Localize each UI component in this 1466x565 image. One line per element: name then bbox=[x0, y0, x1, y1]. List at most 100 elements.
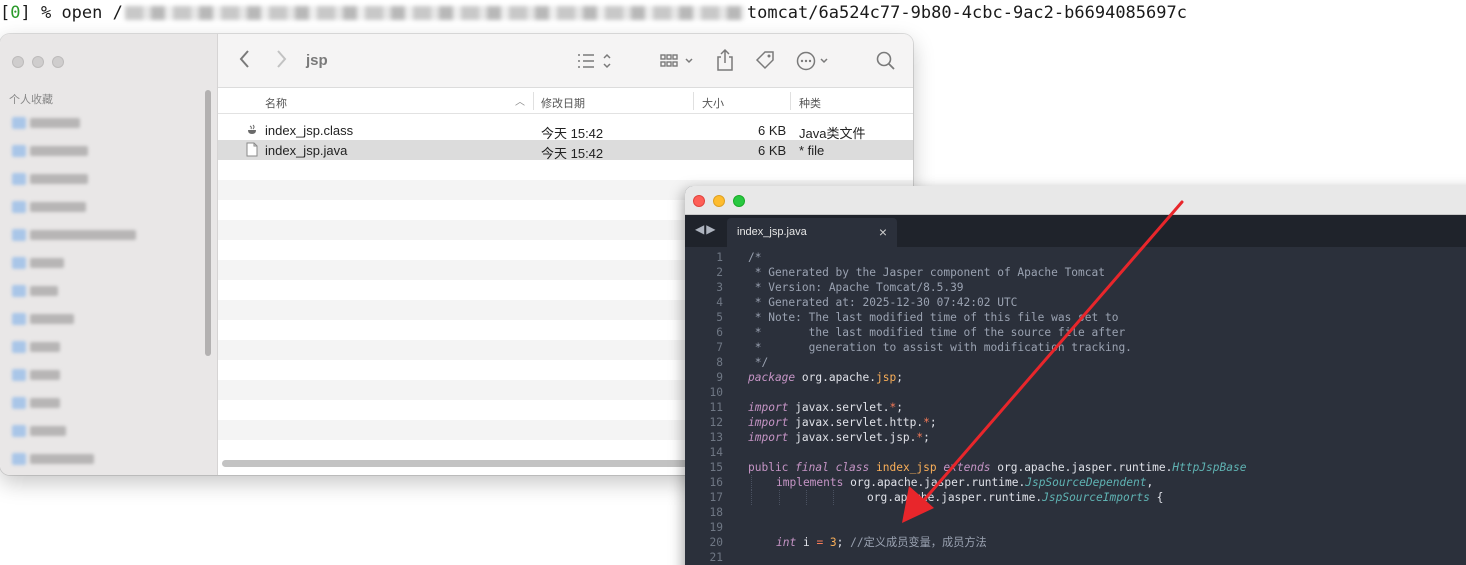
sidebar-item[interactable] bbox=[12, 200, 86, 214]
folder-icon bbox=[12, 117, 26, 129]
prompt-exit-code: 0 bbox=[10, 3, 21, 23]
line-number: 17 bbox=[709, 491, 723, 504]
code-line-16: implements org.apache.jasper.runtime.Jsp… bbox=[776, 476, 1154, 489]
finder-sidebar: 个人收藏 bbox=[0, 34, 218, 475]
close-button[interactable] bbox=[693, 195, 705, 207]
line-number: 2 bbox=[716, 266, 723, 279]
column-header: 名称 ︿ 修改日期 大小 种类 bbox=[218, 88, 913, 114]
window-controls[interactable] bbox=[693, 195, 745, 207]
line-number: 3 bbox=[716, 281, 723, 294]
share-icon bbox=[717, 48, 733, 71]
chevron-left-icon bbox=[239, 50, 249, 68]
zoom-button[interactable] bbox=[52, 56, 64, 68]
code-line-11: import javax.servlet.*; bbox=[748, 401, 903, 414]
sidebar-item[interactable] bbox=[12, 144, 88, 158]
column-name[interactable]: 名称 bbox=[265, 95, 287, 111]
column-kind[interactable]: 种类 bbox=[799, 95, 821, 111]
tab-nav-arrows[interactable]: ◀▶ bbox=[695, 222, 717, 236]
sidebar-item[interactable] bbox=[12, 256, 64, 270]
code-line-7: * generation to assist with modification… bbox=[748, 341, 1132, 354]
share-button[interactable] bbox=[715, 48, 735, 78]
sidebar-scrollbar[interactable] bbox=[205, 90, 211, 356]
tab-index-jsp-java[interactable]: index_jsp.java × bbox=[727, 218, 897, 247]
line-number: 10 bbox=[709, 386, 723, 399]
folder-icon bbox=[12, 173, 26, 185]
sidebar-item[interactable] bbox=[12, 368, 60, 382]
file-kind: * file bbox=[799, 143, 825, 158]
file-name: index_jsp.class bbox=[265, 123, 354, 138]
code-line-9: package org.apache.jsp; bbox=[748, 371, 903, 384]
file-row[interactable]: index_jsp.class 今天 15:42 6 KB Java类文件 bbox=[218, 120, 913, 141]
folder-icon bbox=[12, 257, 26, 269]
chevron-right-icon bbox=[277, 50, 287, 68]
grid-icon bbox=[660, 54, 693, 67]
line-number: 20 bbox=[709, 536, 723, 549]
list-view-button[interactable] bbox=[576, 51, 616, 77]
finder-toolbar: jsp bbox=[218, 34, 913, 88]
line-number: 14 bbox=[709, 446, 723, 459]
tab-title: index_jsp.java bbox=[737, 226, 807, 238]
line-number: 9 bbox=[716, 371, 723, 384]
line-number: 7 bbox=[716, 341, 723, 354]
nav-right-icon[interactable]: ▶ bbox=[706, 222, 717, 236]
file-row-selected[interactable]: index_jsp.java 今天 15:42 6 KB * file bbox=[218, 140, 913, 161]
line-number: 11 bbox=[709, 401, 723, 414]
sidebar-item[interactable] bbox=[12, 340, 60, 354]
group-view-button[interactable] bbox=[659, 51, 699, 77]
folder-icon bbox=[12, 145, 26, 157]
code-line-5: * Note: The last modified time of this f… bbox=[748, 311, 1119, 324]
folder-icon bbox=[12, 313, 26, 325]
file-size: 6 KB bbox=[758, 143, 787, 158]
document-icon bbox=[246, 142, 258, 160]
sidebar-item[interactable] bbox=[12, 172, 88, 186]
code-line-4: * Generated at: 2025-12-30 07:42:02 UTC bbox=[748, 296, 1018, 309]
line-number: 4 bbox=[716, 296, 723, 309]
line-number: 5 bbox=[716, 311, 723, 324]
folder-icon bbox=[12, 425, 26, 437]
editor-titlebar bbox=[685, 186, 1466, 215]
forward-button[interactable] bbox=[274, 48, 288, 76]
sidebar-item[interactable] bbox=[12, 396, 60, 410]
back-button[interactable] bbox=[238, 48, 252, 76]
tag-icon bbox=[755, 51, 774, 70]
minimize-button[interactable] bbox=[32, 56, 44, 68]
file-date: 今天 15:42 bbox=[541, 146, 604, 161]
sidebar-item[interactable] bbox=[12, 116, 80, 130]
sidebar-item[interactable] bbox=[12, 452, 94, 466]
close-tab-icon[interactable]: × bbox=[879, 224, 887, 240]
sidebar-item[interactable] bbox=[12, 284, 58, 298]
window-controls[interactable] bbox=[12, 56, 64, 68]
tag-button[interactable] bbox=[754, 49, 776, 77]
zoom-button[interactable] bbox=[733, 195, 745, 207]
code-line-12: import javax.servlet.http.*; bbox=[748, 416, 937, 429]
sidebar-section-favorites: 个人收藏 bbox=[9, 94, 53, 106]
nav-left-icon[interactable]: ◀ bbox=[695, 222, 706, 236]
editor-tab-bar: ◀▶ index_jsp.java × bbox=[685, 215, 1466, 247]
terminal-command-line: [0] % open / tomcat/6a524c77-9b80-4cbc-9a… bbox=[0, 3, 1466, 29]
java-class-icon bbox=[246, 124, 258, 139]
line-number: 19 bbox=[709, 521, 723, 534]
prompt-bracket: [ bbox=[0, 3, 11, 23]
search-button[interactable] bbox=[875, 50, 897, 78]
list-view-icon bbox=[578, 53, 611, 69]
action-menu-button[interactable] bbox=[796, 50, 832, 78]
close-button[interactable] bbox=[12, 56, 24, 68]
line-number: 21 bbox=[709, 551, 723, 564]
file-name: index_jsp.java bbox=[265, 143, 348, 158]
sidebar-item[interactable] bbox=[12, 228, 136, 242]
code-line-17: org.apache.jasper.runtime.JspSourceImpor… bbox=[867, 491, 1164, 504]
sidebar-item[interactable] bbox=[12, 312, 74, 326]
column-size[interactable]: 大小 bbox=[702, 95, 724, 111]
editor-window[interactable]: ◀▶ index_jsp.java × 1 2 3 4 5 6 7 8 9 10… bbox=[685, 186, 1466, 565]
line-number: 16 bbox=[709, 476, 723, 489]
folder-icon bbox=[12, 201, 26, 213]
code-line-20: int i = 3; //定义成员变量，成员方法 bbox=[776, 536, 987, 549]
sidebar-item[interactable] bbox=[12, 424, 66, 438]
horizontal-scrollbar[interactable] bbox=[222, 460, 692, 467]
code-line-8: */ bbox=[748, 356, 769, 369]
folder-icon bbox=[12, 341, 26, 353]
line-number: 13 bbox=[709, 431, 723, 444]
column-date[interactable]: 修改日期 bbox=[541, 95, 585, 111]
minimize-button[interactable] bbox=[713, 195, 725, 207]
sort-chevron-up-icon[interactable]: ︿ bbox=[515, 93, 525, 108]
